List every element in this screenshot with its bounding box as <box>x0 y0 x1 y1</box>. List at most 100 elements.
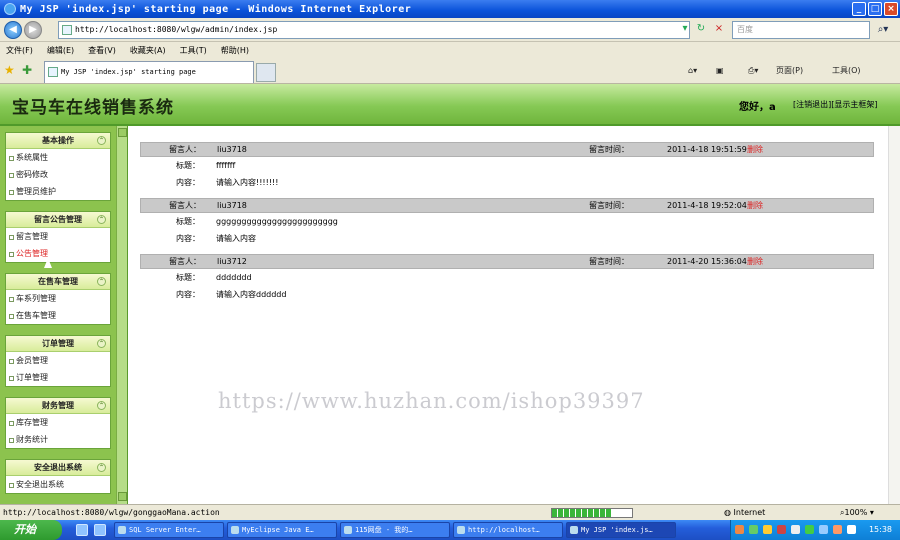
sidebar-group-title[interactable]: 在售车管理 ⌃ <box>6 274 110 290</box>
chevron-up-icon[interactable]: ⌃ <box>97 136 106 145</box>
taskbar-item-jsp-page[interactable]: My JSP 'index.js… <box>566 522 676 538</box>
title-label: 标题： <box>176 161 200 170</box>
page-menu[interactable]: 页面(P) <box>776 64 803 78</box>
status-bar: http://localhost:8080/wlgw/gonggaoMana.a… <box>0 504 900 520</box>
tray-network-icon[interactable] <box>749 525 758 534</box>
tray-app-icon[interactable] <box>763 525 772 534</box>
sidebar-group-title[interactable]: 留言公告管理 ⌃ <box>6 212 110 228</box>
address-dropdown-icon[interactable]: ▾ <box>678 22 692 36</box>
sidebar-item-notices[interactable]: 公告管理 <box>6 245 110 262</box>
show-desktop-icon[interactable] <box>76 524 88 536</box>
sidebar-group-logout: 安全退出系统 ⌃ 安全退出系统 <box>5 459 111 494</box>
security-zone: ◍ Internet <box>724 508 766 517</box>
sidebar-group-title[interactable]: 安全退出系统 ⌃ <box>6 460 110 476</box>
page-icon <box>62 25 72 35</box>
favorites-star-icon[interactable]: ★ <box>4 63 15 77</box>
page-scrollbar[interactable] <box>888 126 900 504</box>
sidebar-group-title[interactable]: 财务管理 ⌃ <box>6 398 110 414</box>
taskbar-item-myeclipse[interactable]: MyEclipse Java E… <box>227 522 337 538</box>
sidebar-scrollbar[interactable] <box>116 126 127 504</box>
list-item: 留言人： liu3718 留言时间： 2011-4-18 19:52:04 删除… <box>140 198 874 247</box>
sidebar-item-safe-logout[interactable]: 安全退出系统 <box>6 476 110 493</box>
feed-icon[interactable]: ▣ <box>716 64 724 78</box>
chevron-up-icon[interactable]: ⌃ <box>97 277 106 286</box>
browser-tab[interactable]: My JSP 'index.jsp' starting page <box>44 61 254 83</box>
progress-fill <box>552 509 612 517</box>
chevron-up-icon[interactable]: ⌃ <box>97 463 106 472</box>
tray-app-icon[interactable] <box>735 525 744 534</box>
sidebar-item-system-attributes[interactable]: 系统属性 <box>6 149 110 166</box>
chevron-up-icon[interactable]: ⌃ <box>97 215 106 224</box>
sidebar-group-title[interactable]: 基本操作 ⌃ <box>6 133 110 149</box>
stop-icon[interactable]: × <box>712 22 726 36</box>
scroll-up-icon[interactable] <box>118 128 127 137</box>
menu-tools[interactable]: 工具(T) <box>180 45 207 56</box>
delete-link[interactable]: 删除 <box>747 143 763 156</box>
close-button[interactable]: × <box>884 2 898 16</box>
back-button[interactable]: ◀ <box>4 21 22 39</box>
chevron-up-icon[interactable]: ⌃ <box>97 401 106 410</box>
sidebar-item-cars-for-sale[interactable]: 在售车管理 <box>6 307 110 324</box>
sidebar-item-finance-stats[interactable]: 财务统计 <box>6 431 110 448</box>
add-favorite-icon[interactable]: ✚ <box>22 63 32 77</box>
author-label: 留言人： <box>169 257 201 266</box>
sidebar-item-series[interactable]: 车系列管理 <box>6 290 110 307</box>
menu-help[interactable]: 帮助(H) <box>221 45 249 56</box>
page-content: 宝马车在线销售系统 您好，a [注销退出][显示主框架] 基本操作 ⌃ 系统属性 … <box>0 84 900 504</box>
list-item: 留言人： liu3712 留言时间： 2011-4-20 15:36:04 删除… <box>140 254 874 303</box>
message-time: 2011-4-18 19:52:04 <box>667 201 747 210</box>
search-input[interactable]: 百度 <box>732 21 870 39</box>
sidebar-item-orders[interactable]: 订单管理 <box>6 369 110 386</box>
sidebar-item-admin[interactable]: 管理员维护 <box>6 183 110 200</box>
title-label: 标题： <box>176 217 200 226</box>
chevron-up-icon[interactable]: ⌃ <box>97 339 106 348</box>
sidebar-item-password[interactable]: 密码修改 <box>6 166 110 183</box>
sidebar-group-title[interactable]: 订单管理 ⌃ <box>6 336 110 352</box>
logout-link[interactable]: [注销退出] <box>793 100 831 109</box>
start-button[interactable]: 开始 <box>0 520 62 540</box>
tray-app-icon[interactable] <box>847 525 856 534</box>
delete-link[interactable]: 删除 <box>747 255 763 268</box>
title-label: 标题： <box>176 273 200 282</box>
home-icon[interactable]: ⌂▾ <box>688 64 697 78</box>
address-input[interactable]: http://localhost:8080/wlgw/admin/index.j… <box>58 21 690 39</box>
tray-volume-icon[interactable] <box>791 525 800 534</box>
menu-file[interactable]: 文件(F) <box>6 45 33 56</box>
taskbar: 开始 SQL Server Enter… MyEclipse Java E… 1… <box>0 520 900 540</box>
window-titlebar[interactable]: My JSP 'index.jsp' starting page - Windo… <box>0 0 900 18</box>
ie-quicklaunch-icon[interactable] <box>94 524 106 536</box>
maximize-button[interactable]: □ <box>868 2 882 16</box>
taskbar-item-115[interactable]: 115网盘 - 我的… <box>340 522 450 538</box>
tools-menu[interactable]: 工具(O) <box>832 64 861 78</box>
app-icon <box>118 526 126 534</box>
search-icon[interactable]: ⌕▾ <box>872 22 894 38</box>
message-title: fffffff <box>216 161 236 170</box>
app-icon <box>570 526 578 534</box>
sidebar-item-messages[interactable]: 留言管理 <box>6 228 110 245</box>
menu-edit[interactable]: 编辑(E) <box>47 45 74 56</box>
zoom-level[interactable]: ⌕100% ▾ <box>840 505 874 520</box>
taskbar-item-localhost[interactable]: http://localhost… <box>453 522 563 538</box>
sidebar-item-inventory[interactable]: 库存管理 <box>6 414 110 431</box>
app-icon <box>457 526 465 534</box>
tray-app-icon[interactable] <box>833 525 842 534</box>
main-frame-link[interactable]: [显示主框架] <box>831 100 877 109</box>
tray-app-icon[interactable] <box>777 525 786 534</box>
print-icon[interactable]: ⎙▾ <box>748 64 758 78</box>
tab-row: ★ ✚ My JSP 'index.jsp' starting page ⌂▾ … <box>0 58 900 84</box>
message-title: ddddddd <box>216 273 252 282</box>
menu-view[interactable]: 查看(V) <box>88 45 116 56</box>
tray-app-icon[interactable] <box>819 525 828 534</box>
minimize-button[interactable]: _ <box>852 2 866 16</box>
refresh-icon[interactable]: ↻ <box>694 22 708 36</box>
new-tab-button[interactable] <box>256 63 276 82</box>
time-label: 留言时间： <box>589 145 629 154</box>
forward-button[interactable]: ▶ <box>24 21 42 39</box>
sidebar-item-members[interactable]: 会员管理 <box>6 352 110 369</box>
status-url: http://localhost:8080/wlgw/gonggaoMana.a… <box>3 508 220 517</box>
scroll-down-icon[interactable] <box>118 492 127 501</box>
delete-link[interactable]: 删除 <box>747 199 763 212</box>
taskbar-item-sqlserver[interactable]: SQL Server Enter… <box>114 522 224 538</box>
menu-favorites[interactable]: 收藏夹(A) <box>130 45 166 56</box>
tray-app-icon[interactable] <box>805 525 814 534</box>
